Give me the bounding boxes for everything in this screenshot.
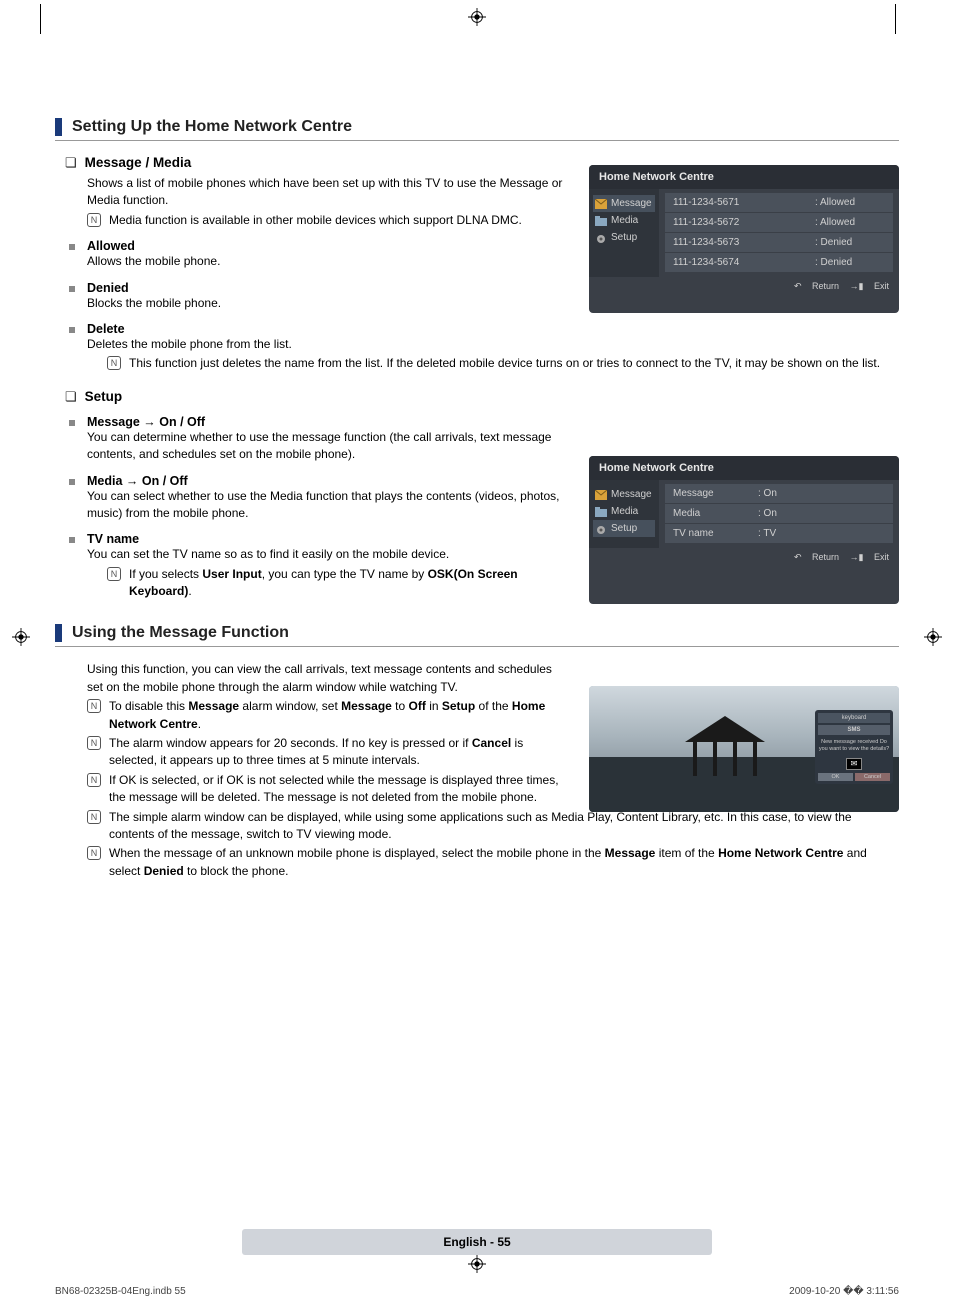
alarm-popup-type: SMS xyxy=(818,725,890,735)
media-folder-icon xyxy=(595,507,607,517)
heading-using-message: Using the Message Function xyxy=(55,624,899,647)
osd-footer: ↶ Return →▮ Exit xyxy=(589,277,899,296)
osd-title: Home Network Centre xyxy=(589,456,899,480)
item-delete: Delete xyxy=(69,322,899,336)
osd-side-message[interactable]: Message xyxy=(593,486,655,503)
subhead-setup: ❏ Setup xyxy=(65,389,899,405)
registration-mark-icon xyxy=(924,628,942,646)
body-delete: Deletes the mobile phone from the list. xyxy=(87,336,899,353)
envelope-icon: ✉ xyxy=(846,758,862,770)
note-icon: N xyxy=(87,736,101,750)
alarm-cancel-button[interactable]: Cancel xyxy=(855,773,890,781)
heading-accent-bar xyxy=(55,118,62,136)
note-disable-alarm: N To disable this Message alarm window, … xyxy=(87,698,569,733)
gear-icon xyxy=(595,233,607,243)
osd-phone-row[interactable]: 111-1234-5673: Denied xyxy=(665,233,893,252)
registration-mark-icon xyxy=(12,628,30,646)
osd-home-network-setup: Home Network Centre Message Media Setup … xyxy=(589,456,899,604)
osd-phone-row[interactable]: 111-1234-5674: Denied xyxy=(665,253,893,272)
bullet-icon xyxy=(69,327,75,333)
registration-mark-icon xyxy=(468,1255,486,1273)
note-tvname: N If you selects User Input, you can typ… xyxy=(107,566,569,601)
alarm-illustration: keyboard SMS New message received Do you… xyxy=(589,686,899,812)
envelope-icon xyxy=(595,199,607,209)
osd-side-setup[interactable]: Setup xyxy=(593,229,655,246)
note-ok-delete: N If OK is selected, or if OK is not sel… xyxy=(87,772,569,807)
osd-side-setup[interactable]: Setup xyxy=(593,520,655,537)
note-icon: N xyxy=(87,773,101,787)
heading-accent-bar xyxy=(55,624,62,642)
media-folder-icon xyxy=(595,216,607,226)
bullet-icon xyxy=(69,537,75,543)
alarm-popup-header: keyboard xyxy=(818,713,890,723)
doc-filename: BN68-02325B-04Eng.indb 55 xyxy=(55,1286,186,1297)
page-number-pill: English - 55 xyxy=(242,1229,712,1255)
note-simple-alarm: N The simple alarm window can be display… xyxy=(87,809,899,844)
bullet-icon xyxy=(69,244,75,250)
osd-phone-row[interactable]: 111-1234-5672: Allowed xyxy=(665,213,893,232)
bullet-icon xyxy=(69,479,75,485)
osd-setting-row[interactable]: Message: On xyxy=(665,484,893,503)
osd-sidebar: Message Media Setup xyxy=(589,189,659,277)
exit-label: →▮ Exit xyxy=(850,281,889,291)
osd-main-list: 111-1234-5671: Allowed 111-1234-5672: Al… xyxy=(659,189,899,277)
body-message-media: Shows a list of mobile phones which have… xyxy=(87,175,569,210)
square-bullet-icon: ❏ xyxy=(65,389,77,405)
note-icon: N xyxy=(87,699,101,713)
bullet-icon xyxy=(69,286,75,292)
envelope-icon xyxy=(595,490,607,500)
osd-phone-row[interactable]: 111-1234-5671: Allowed xyxy=(665,193,893,212)
alarm-ok-button[interactable]: OK xyxy=(818,773,853,781)
osd-side-media[interactable]: Media xyxy=(593,212,655,229)
osd-title: Home Network Centre xyxy=(589,165,899,189)
osd-setting-row[interactable]: Media: On xyxy=(665,504,893,523)
note-icon: N xyxy=(107,567,121,581)
registration-mark-icon xyxy=(468,8,486,26)
osd-setting-row[interactable]: TV name: TV xyxy=(665,524,893,543)
note-icon: N xyxy=(87,846,101,860)
return-label: ↶ Return xyxy=(794,552,839,562)
doc-timestamp: 2009-10-20 �� 3:11:56 xyxy=(789,1286,899,1297)
osd-footer: ↶ Return →▮ Exit xyxy=(589,548,899,567)
note-dlna: N Media function is available in other m… xyxy=(87,212,569,229)
body-media-onoff: You can select whether to use the Media … xyxy=(87,488,569,523)
return-label: ↶ Return xyxy=(794,281,839,291)
heading-text: Setting Up the Home Network Centre xyxy=(72,118,352,136)
bullet-icon xyxy=(69,420,75,426)
note-icon: N xyxy=(87,213,101,227)
square-bullet-icon: ❏ xyxy=(65,155,77,171)
exit-label: →▮ Exit xyxy=(850,552,889,562)
gear-icon xyxy=(595,524,607,534)
page-metadata: BN68-02325B-04Eng.indb 55 2009-10-20 �� … xyxy=(55,1286,899,1297)
osd-side-media[interactable]: Media xyxy=(593,503,655,520)
note-delete: N This function just deletes the name fr… xyxy=(107,355,899,372)
note-unknown-phone: N When the message of an unknown mobile … xyxy=(87,845,899,880)
note-20sec: N The alarm window appears for 20 second… xyxy=(87,735,569,770)
heading-text: Using the Message Function xyxy=(72,624,289,642)
note-icon: N xyxy=(107,356,121,370)
osd-main-settings: Message: On Media: On TV name: TV xyxy=(659,480,899,548)
item-message-onoff: Message → On / Off xyxy=(69,415,899,429)
osd-side-message[interactable]: Message xyxy=(593,195,655,212)
alarm-popup: keyboard SMS New message received Do you… xyxy=(815,710,893,784)
beach-hut-icon xyxy=(685,716,765,778)
heading-setting-up: Setting Up the Home Network Centre xyxy=(55,118,899,141)
alarm-popup-message: New message received Do you want to view… xyxy=(818,737,890,755)
body-using-intro: Using this function, you can view the ca… xyxy=(87,661,569,696)
body-message-onoff: You can determine whether to use the mes… xyxy=(87,429,569,464)
body-tvname: You can set the TV name so as to find it… xyxy=(87,546,569,563)
osd-sidebar: Message Media Setup xyxy=(589,480,659,548)
note-icon: N xyxy=(87,810,101,824)
osd-home-network-phones: Home Network Centre Message Media Setup … xyxy=(589,165,899,313)
